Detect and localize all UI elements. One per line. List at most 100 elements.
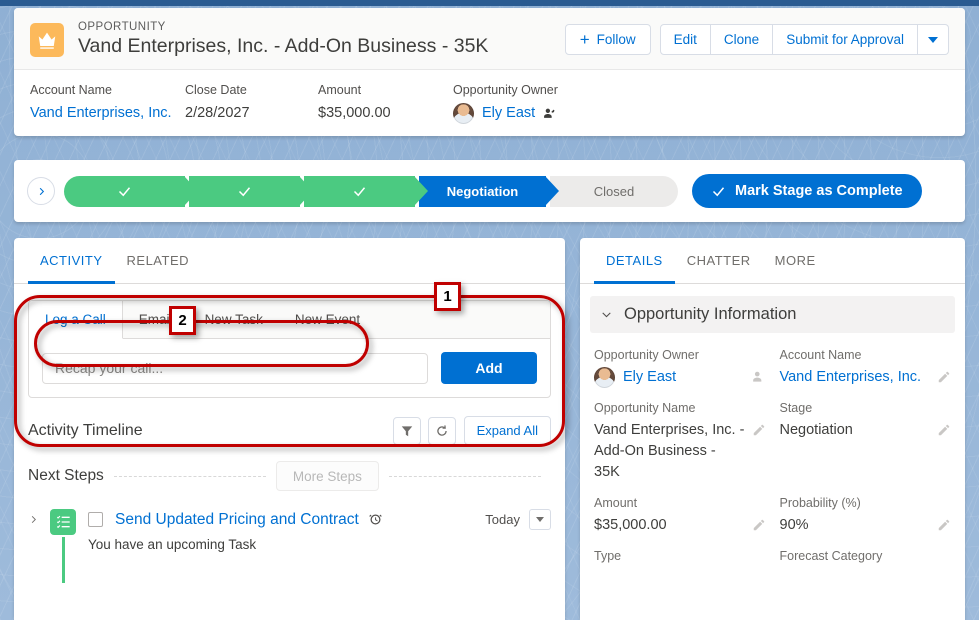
detail-field-forecast-category: Forecast Category (780, 548, 952, 565)
field-value-row: Vand Enterprises, Inc. - Add-On Business… (594, 420, 766, 483)
path-expand-toggle[interactable] (27, 177, 55, 205)
field-value-row: Ely East (594, 367, 766, 388)
field-label: Opportunity Name (594, 400, 766, 417)
mark-stage-as-complete-button[interactable]: Mark Stage as Complete (692, 174, 922, 208)
change-owner-icon[interactable] (752, 370, 766, 384)
task-subject-link[interactable]: Send Updated Pricing and Contract (115, 511, 359, 529)
close-date-value: 2/28/2027 (185, 102, 318, 124)
path-step-1[interactable] (64, 176, 185, 207)
chevron-down-icon (536, 517, 544, 522)
activity-timeline-tools: Expand All (386, 416, 551, 445)
refresh-glyph (435, 424, 449, 438)
details-panel: DETAILS CHATTER MORE Opportunity Informa… (580, 238, 965, 620)
edit-button[interactable]: Edit (660, 24, 711, 55)
highlights-fields: Account Name Vand Enterprises, Inc. Clos… (14, 70, 965, 124)
task-date: Today (485, 512, 520, 527)
task-row-menu-button[interactable] (529, 509, 551, 530)
task-expand-toggle[interactable] (22, 509, 44, 525)
avatar (453, 103, 474, 124)
detail-field-probability: Probability (%) 90% (780, 495, 952, 536)
highlights-header: OPPORTUNITY Vand Enterprises, Inc. - Add… (14, 8, 965, 70)
filter-icon[interactable] (393, 417, 421, 445)
tab-related[interactable]: RELATED (115, 238, 202, 284)
detail-field-opportunity-name: Opportunity Name Vand Enterprises, Inc. … (594, 400, 766, 483)
path-steps: Negotiation Closed (64, 176, 678, 207)
chevron-right-icon (36, 186, 47, 197)
field-label: Close Date (185, 82, 318, 99)
tab-chatter[interactable]: CHATTER (675, 238, 763, 284)
composer-tab-log-a-call[interactable]: Log a Call (29, 301, 123, 339)
mark-stage-label: Mark Stage as Complete (735, 183, 903, 199)
recap-input[interactable] (42, 353, 428, 384)
detail-field-account-name: Account Name Vand Enterprises, Inc. (780, 347, 952, 388)
account-name-link[interactable]: Vand Enterprises, Inc. (30, 102, 185, 124)
composer-tab-new-event[interactable]: New Event (279, 301, 376, 338)
pencil-icon[interactable] (937, 518, 951, 532)
composer-tab-new-task[interactable]: New Task (189, 301, 279, 338)
clone-button[interactable]: Clone (711, 24, 773, 55)
divider-right (389, 476, 541, 477)
detail-opportunity-name-value: Vand Enterprises, Inc. - Add-On Business… (594, 420, 746, 483)
detail-probability-value: 90% (780, 515, 932, 536)
detail-owner-value: Ely East (594, 367, 746, 388)
task-body: Send Updated Pricing and Contract Today … (82, 509, 557, 552)
field-value-row: 90% (780, 515, 952, 536)
pencil-icon[interactable] (752, 423, 766, 437)
path-step-3[interactable] (304, 176, 415, 207)
tab-details[interactable]: DETAILS (594, 238, 675, 284)
change-owner-icon[interactable] (543, 107, 556, 120)
list-item: Send Updated Pricing and Contract Today … (22, 509, 557, 583)
highlight-field-close-date: Close Date 2/28/2027 (185, 82, 318, 124)
pencil-icon[interactable] (937, 423, 951, 437)
task-complete-checkbox[interactable] (88, 512, 103, 527)
details-tabbar: DETAILS CHATTER MORE (580, 238, 965, 284)
pencil-icon[interactable] (937, 370, 951, 384)
avatar (594, 367, 615, 388)
path-step-2[interactable] (189, 176, 300, 207)
pencil-icon[interactable] (752, 518, 766, 532)
detail-field-opportunity-owner: Opportunity Owner Ely East (594, 347, 766, 388)
detail-amount-value: $35,000.00 (594, 515, 746, 536)
task-meta: Today (485, 509, 557, 530)
header-action-button-group: Edit Clone Submit for Approval (660, 24, 949, 55)
activity-timeline-title: Activity Timeline (28, 422, 143, 440)
next-steps-label: Next Steps (28, 467, 104, 485)
composer-tab-email[interactable]: Email (123, 301, 189, 338)
alarm-clock-icon (368, 512, 383, 527)
field-label: Type (594, 548, 766, 565)
task-icon-column (44, 509, 82, 583)
opportunity-owner-link[interactable]: Ely East (482, 102, 535, 124)
expand-all-button[interactable]: Expand All (464, 416, 551, 445)
field-label: Amount (594, 495, 766, 512)
top-border-rule (0, 0, 979, 6)
path-step-closed[interactable]: Closed (550, 176, 678, 207)
more-steps-button[interactable]: More Steps (276, 461, 379, 491)
tab-activity[interactable]: ACTIVITY (28, 238, 115, 284)
field-label: Account Name (30, 82, 185, 99)
tab-more[interactable]: MORE (763, 238, 828, 284)
refresh-icon[interactable] (428, 417, 456, 445)
detail-owner-link[interactable]: Ely East (623, 367, 676, 388)
field-label: Forecast Category (780, 548, 952, 565)
detail-account-name-link[interactable]: Vand Enterprises, Inc. (780, 367, 932, 388)
detail-field-type: Type (594, 548, 766, 565)
crown-icon (30, 23, 64, 57)
chevron-right-icon (28, 514, 39, 525)
details-field-grid: Opportunity Owner Ely East Account Name … (580, 333, 965, 565)
opportunity-information-section-header[interactable]: Opportunity Information (590, 296, 955, 333)
more-actions-button[interactable] (918, 24, 949, 55)
check-icon (237, 184, 252, 199)
check-icon (711, 184, 726, 199)
field-label: Stage (780, 400, 952, 417)
submit-for-approval-button[interactable]: Submit for Approval (773, 24, 918, 55)
add-button[interactable]: Add (441, 352, 537, 384)
follow-button[interactable]: + Follow (565, 24, 651, 55)
activity-tabbar: ACTIVITY RELATED (14, 238, 565, 284)
field-value-row: Vand Enterprises, Inc. (780, 367, 952, 388)
field-value-row: $35,000.00 (594, 515, 766, 536)
field-value-row: Negotiation (780, 420, 952, 441)
composer-tabs: Log a Call Email New Task New Event (29, 301, 550, 339)
highlight-field-opportunity-owner: Opportunity Owner Ely East (453, 82, 558, 124)
field-label: Opportunity Owner (453, 82, 558, 99)
path-step-negotiation[interactable]: Negotiation (419, 176, 546, 207)
